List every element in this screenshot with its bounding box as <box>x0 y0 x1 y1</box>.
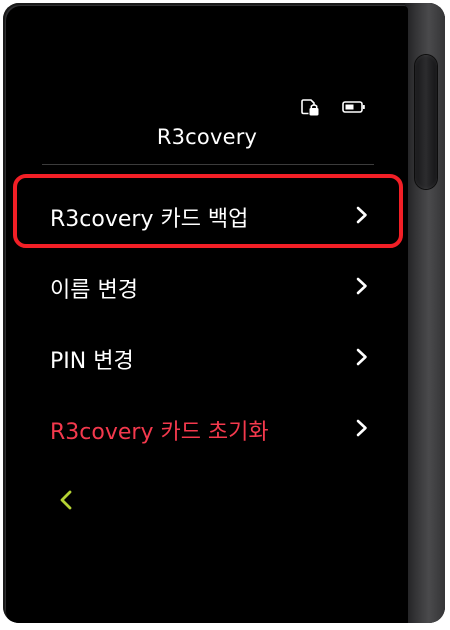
menu-item-rename[interactable]: 이름 변경 <box>6 258 408 318</box>
chevron-right-icon <box>356 277 368 299</box>
chevron-left-icon <box>46 490 86 526</box>
header-divider <box>42 164 374 165</box>
chevron-right-icon <box>356 419 368 441</box>
back-button[interactable] <box>46 482 86 522</box>
card-lock-icon <box>300 98 320 116</box>
menu-item-label: R3covery 카드 초기화 <box>50 420 269 445</box>
menu-item-label: 이름 변경 <box>50 278 138 303</box>
menu-item-change-pin[interactable]: PIN 변경 <box>6 329 408 389</box>
battery-icon <box>342 100 366 114</box>
menu-item-reset-card[interactable]: R3covery 카드 초기화 <box>6 400 408 460</box>
menu-item-backup-card[interactable]: R3covery 카드 백업 <box>6 187 408 247</box>
device-side-button[interactable] <box>415 55 437 189</box>
page-title: R3covery <box>156 125 258 149</box>
chevron-right-icon <box>356 348 368 370</box>
device-frame: R3covery R3covery 카드 백업 이름 변경 PIN 변경 R3c… <box>3 3 445 623</box>
menu-item-label: R3covery 카드 백업 <box>50 207 249 232</box>
status-bar <box>300 98 366 116</box>
menu-item-label: PIN 변경 <box>50 349 134 374</box>
chevron-right-icon <box>356 206 368 228</box>
device-screen: R3covery R3covery 카드 백업 이름 변경 PIN 변경 R3c… <box>6 6 408 623</box>
